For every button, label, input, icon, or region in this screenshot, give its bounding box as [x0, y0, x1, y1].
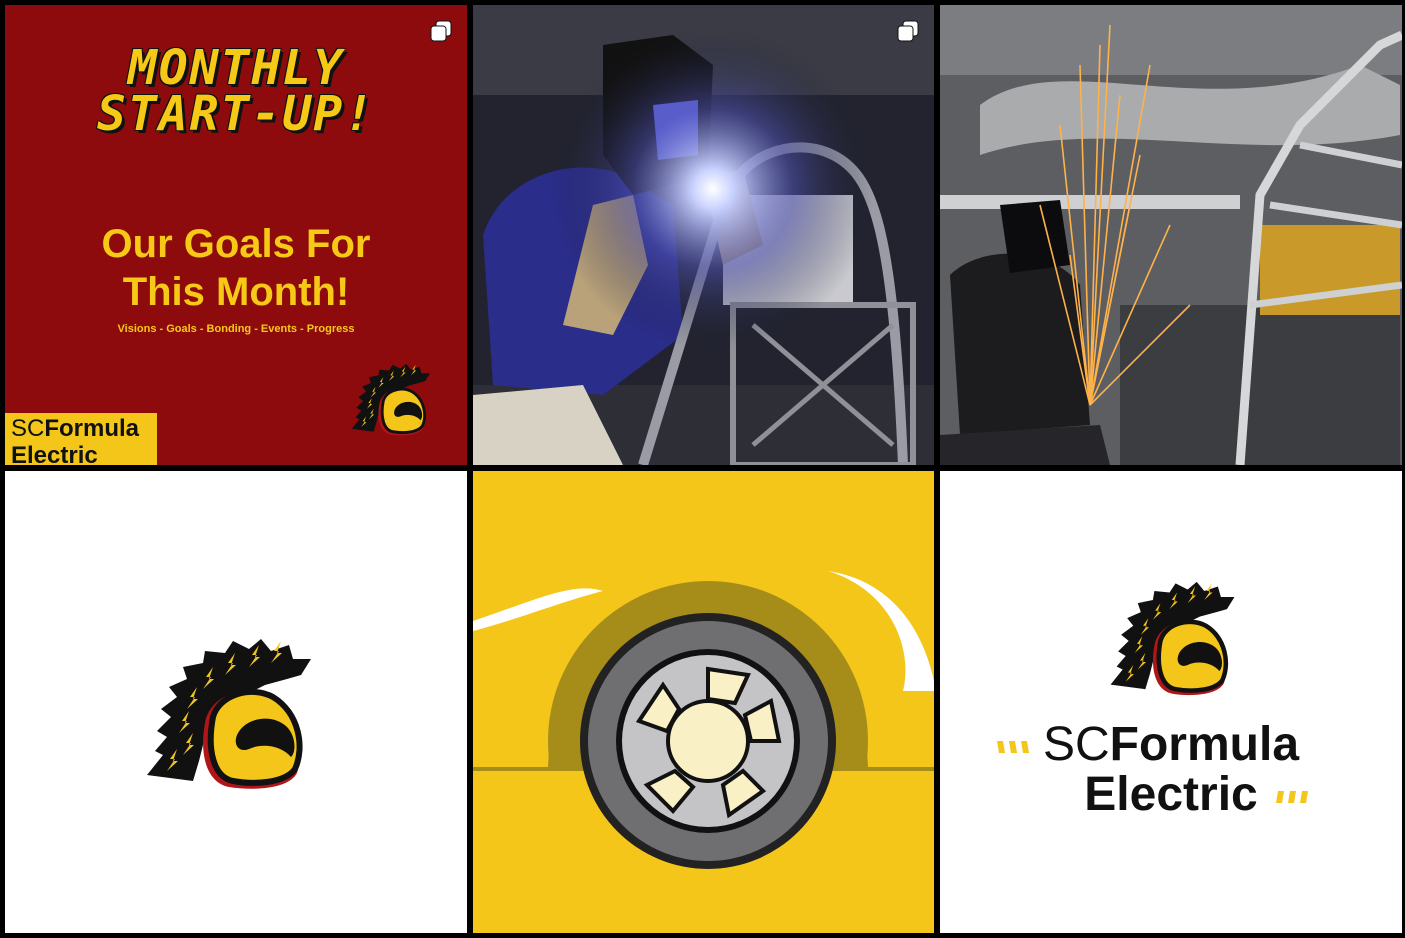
carousel-icon	[429, 19, 453, 43]
speed-lines-right-icon	[1276, 791, 1308, 803]
post-wordmark[interactable]: SCFormula Electric	[940, 471, 1402, 933]
post-grid: MONTHLY START-UP! Our Goals For This Mon…	[0, 0, 1405, 938]
poster-headline-line-1: MONTHLY	[127, 40, 345, 96]
post-tire-illustration[interactable]	[473, 471, 934, 933]
poster-headline-line-2: START-UP!	[96, 86, 376, 142]
badge-sc: SC	[11, 415, 45, 442]
wordmark-sc: SC	[1042, 718, 1110, 771]
sc-formula-electric-badge: SCFormula Electric	[5, 413, 157, 465]
post-welding-photo[interactable]	[473, 5, 934, 465]
trojan-helmet-icon	[345, 345, 431, 441]
badge-electric: Electric	[11, 442, 98, 466]
poster-subline: Visions - Goals - Bonding - Events - Pro…	[117, 323, 355, 335]
tire-icon	[473, 471, 934, 933]
poster-goals-line-2: This Month!	[122, 270, 350, 314]
grinding-photo	[940, 5, 1402, 465]
wordmark-formula: Formula	[1109, 718, 1300, 771]
trojan-helmet-icon	[1100, 555, 1236, 701]
welding-photo	[473, 5, 934, 465]
poster-goals-line-1: Our Goals For	[101, 222, 371, 266]
badge-formula: Formula	[44, 415, 140, 442]
wordmark-electric: Electric	[1084, 768, 1258, 821]
post-monthly-startup[interactable]: MONTHLY START-UP! Our Goals For This Mon…	[5, 5, 467, 465]
post-grinding-photo[interactable]	[940, 5, 1402, 465]
carousel-icon	[896, 19, 920, 43]
wordmark-line-1: SCFormula	[940, 721, 1402, 769]
post-mascot-logo[interactable]	[5, 471, 467, 933]
trojan-helmet-icon	[133, 605, 313, 795]
